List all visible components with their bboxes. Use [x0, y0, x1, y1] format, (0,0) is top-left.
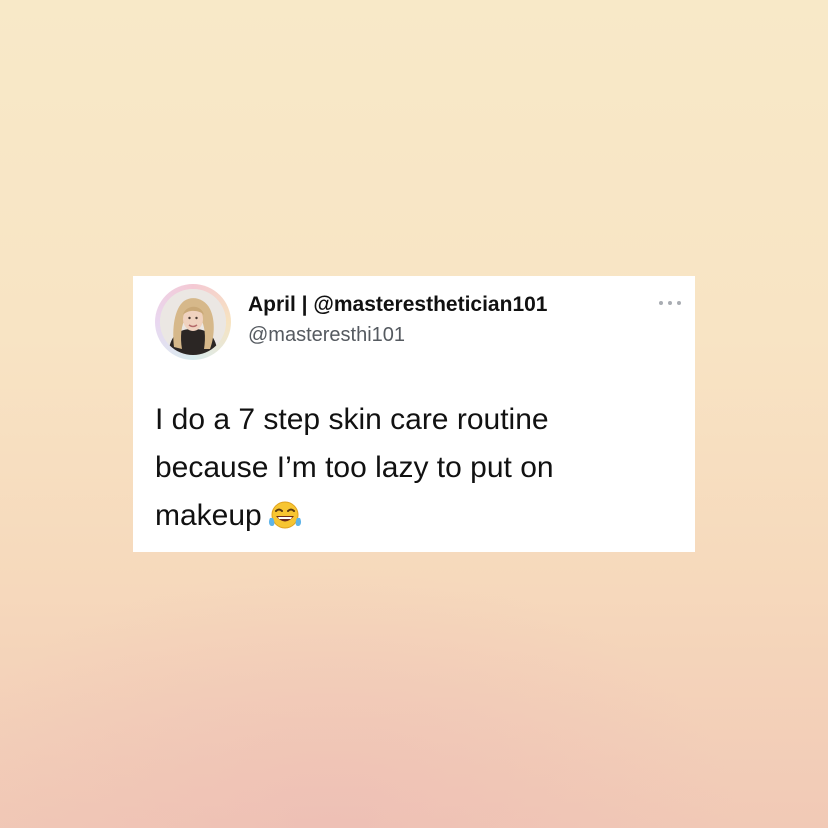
tweet-text: I do a 7 step skin care routine because … — [155, 396, 675, 545]
tweet-line: makeup — [155, 499, 262, 532]
more-dot — [677, 301, 681, 305]
more-dot — [668, 301, 672, 305]
tweet-card: April | @masteresthetician101 @masterest… — [133, 276, 695, 552]
more-options-icon[interactable] — [659, 299, 681, 307]
laughing-crying-emoji-icon — [268, 497, 302, 545]
display-name[interactable]: April | @masteresthetician101 — [248, 293, 547, 317]
tweet-line: I do a 7 step skin care routine — [155, 403, 549, 436]
more-dot — [659, 301, 663, 305]
avatar[interactable] — [160, 289, 226, 355]
avatar-ring — [155, 284, 231, 360]
tweet-line: because I’m too lazy to put on — [155, 451, 554, 484]
profile-photo — [160, 289, 226, 355]
tweet-line-with-emoji: makeup — [155, 492, 675, 545]
user-handle[interactable]: @masteresthi101 — [248, 324, 405, 347]
